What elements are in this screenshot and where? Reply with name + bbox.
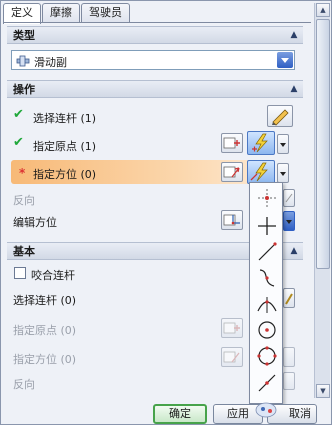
vector-dialog-icon (223, 351, 240, 363)
chevron-down-icon[interactable] (277, 52, 293, 68)
check-icon: ✔ (13, 135, 24, 150)
basic-select-link-button[interactable] (283, 288, 295, 308)
vector-type-flyout (249, 182, 283, 404)
point-dialog-button[interactable] (221, 133, 243, 153)
plus-icon[interactable] (254, 213, 280, 239)
scroll-up-icon[interactable]: ▲ (316, 3, 330, 17)
section-operation-title: 操作 (13, 83, 35, 96)
section-type-header[interactable]: 类型 ▲ (7, 26, 303, 44)
basic-reverse-button[interactable] (283, 372, 295, 390)
basic-select-link-label: 选择连杆 (0) (13, 294, 77, 307)
collapse-operation-icon[interactable]: ▲ (287, 82, 301, 96)
joint-type-select[interactable]: 滑动副 (11, 50, 295, 70)
point-cross-icon[interactable] (254, 185, 280, 211)
tab-friction[interactable]: 摩擦 (42, 3, 80, 22)
select-link-button[interactable] (267, 105, 293, 127)
specify-orientation-label: 指定方位 (0) (33, 168, 97, 181)
edit-orientation-dropdown[interactable] (283, 211, 295, 231)
required-star-icon: * (19, 166, 26, 180)
snap-link-checkbox[interactable] (14, 267, 26, 279)
curve-icon[interactable] (254, 265, 280, 291)
scroll-thumb[interactable] (316, 19, 330, 269)
collapse-type-icon[interactable]: ▲ (287, 28, 301, 42)
edit-orientation-label: 编辑方位 (13, 216, 57, 229)
scroll-down-icon[interactable]: ▼ (316, 384, 330, 398)
specify-origin-label: 指定原点 (1) (33, 140, 97, 153)
pencil-icon (272, 109, 289, 126)
arc-icon[interactable] (254, 291, 280, 317)
csys-icon (223, 214, 240, 226)
watermark-logo-icon (255, 402, 277, 418)
check-icon: ✔ (13, 107, 24, 122)
tab-driver[interactable]: 驾驶员 (81, 3, 130, 22)
point-type-dropdown[interactable] (277, 134, 289, 154)
circle-center-icon[interactable] (254, 317, 280, 343)
joint-type-value: 滑动副 (34, 56, 67, 69)
point-dialog-icon (223, 322, 240, 334)
pencil-icon (285, 293, 293, 305)
ok-button[interactable]: 确定 (153, 404, 207, 424)
line-icon[interactable] (254, 239, 280, 265)
select-link-label: 选择连杆 (1) (33, 112, 97, 125)
snap-link-label: 咬合连杆 (31, 269, 75, 282)
slider-joint-icon (16, 55, 30, 67)
vector-dialog-button[interactable] (221, 162, 243, 182)
section-operation-header[interactable]: 操作 ▲ (7, 80, 303, 98)
tab-divider (3, 22, 311, 23)
vector-dialog-icon (223, 166, 240, 178)
lightning-point-icon (252, 133, 268, 153)
tab-definition[interactable]: 定义 (3, 3, 41, 24)
reverse-label: 反向 (13, 194, 35, 207)
basic-point-dialog-button[interactable] (221, 318, 243, 338)
tab-bar: 定义 摩擦 驾驶员 (3, 3, 131, 24)
reverse-button[interactable] (283, 189, 295, 207)
lightning-vector-icon (250, 162, 268, 182)
basic-vector-dropdown[interactable] (283, 347, 295, 367)
circle-quadrant-icon[interactable] (254, 343, 280, 369)
edit-orientation-button[interactable] (221, 210, 243, 230)
basic-specify-orientation-label: 指定方位 (0) (13, 353, 77, 366)
vector-inferred-button[interactable] (247, 160, 275, 184)
point-inferred-button[interactable] (247, 131, 275, 155)
collapse-basic-icon[interactable]: ▲ (287, 244, 301, 258)
point-dialog-icon (223, 137, 240, 149)
basic-reverse-label: 反向 (13, 378, 35, 391)
motion-joint-dialog: 定义 摩擦 驾驶员 ▲ ▼ 类型 ▲ 滑动副 操作 ▲ ✔ 选择连杆 (1) ✔… (0, 0, 332, 425)
line-point-icon[interactable] (254, 369, 280, 395)
vertical-scrollbar[interactable]: ▲ ▼ (314, 3, 330, 398)
reverse-direction-icon (285, 193, 293, 203)
basic-vector-dialog-button[interactable] (221, 347, 243, 367)
basic-specify-origin-label: 指定原点 (0) (13, 324, 77, 337)
section-type-title: 类型 (13, 29, 35, 42)
section-basic-title: 基本 (13, 245, 35, 258)
vector-type-dropdown[interactable] (277, 163, 289, 183)
